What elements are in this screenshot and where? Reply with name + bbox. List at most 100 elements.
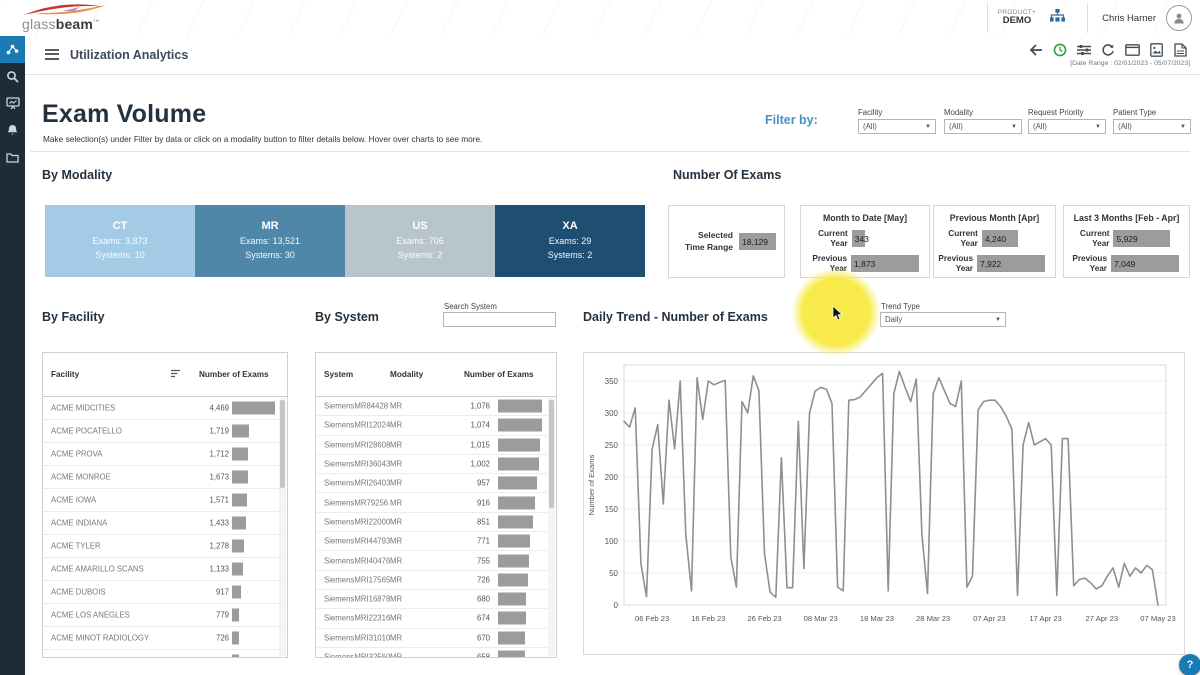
facility-scrollbar[interactable]	[279, 398, 286, 656]
trend-type-select[interactable]: Daily▼	[880, 312, 1006, 327]
header-divider	[1087, 3, 1088, 33]
modality-column-header[interactable]: Modality	[390, 370, 423, 379]
filter-modality: Modality (All)▼	[944, 108, 1022, 134]
network-icon	[6, 43, 19, 56]
value-bar[interactable]: 5,929	[1113, 230, 1170, 247]
sort-icon[interactable]	[171, 369, 181, 380]
x-tick-label: 26 Feb 23	[747, 614, 781, 623]
number-of-exams-column-header[interactable]: Number of Exams	[464, 370, 534, 379]
user-avatar[interactable]	[1166, 5, 1192, 31]
value-bar[interactable]: 343	[852, 230, 865, 247]
system-row[interactable]: SiemensMRI16878 MR 680	[316, 590, 556, 609]
system-row[interactable]: SiemensMR84428 MR 1,076	[316, 397, 556, 416]
facility-row[interactable]: ACME AMARILLO SCANS 1,133	[43, 558, 287, 581]
modality-button-us[interactable]: US Exams: 706 Systems: 2	[345, 205, 495, 277]
system-row[interactable]: SiemensMRI26403 MR 957	[316, 474, 556, 493]
filter-select[interactable]: (All)▼	[944, 119, 1022, 134]
value-bar[interactable]: 7,049	[1111, 255, 1179, 272]
number-of-exams-column-header[interactable]: Number of Exams	[199, 370, 269, 379]
sidebar-item-search[interactable]	[0, 63, 25, 90]
trend-type-label: Trend Type	[881, 302, 920, 311]
sidebar-item-dashboards[interactable]	[0, 90, 25, 117]
card-row: Previous Year 7,049	[1064, 254, 1189, 274]
system-row[interactable]: SiemensMRI17565 MR 726	[316, 571, 556, 590]
exam-count-bar	[498, 400, 542, 413]
daily-trend-chart[interactable]: 05010015020025030035006 Feb 2316 Feb 232…	[583, 352, 1185, 655]
product-value: DEMO	[998, 16, 1036, 26]
system-column-header[interactable]: System	[324, 370, 353, 379]
selected-time-range-label: Selected Time Range	[681, 230, 733, 252]
value-bar[interactable]: 7,922	[977, 255, 1045, 272]
card-title: Last 3 Months [Feb - Apr]	[1064, 213, 1189, 223]
page-title: Exam Volume	[42, 100, 206, 129]
system-row[interactable]: SiemensMRI28608 MR 1,015	[316, 436, 556, 455]
product-selector[interactable]: PRODUCT+ DEMO	[998, 9, 1036, 27]
modality-button-mr[interactable]: MR Exams: 13,521 Systems: 30	[195, 205, 345, 277]
facility-row[interactable]	[43, 650, 287, 658]
system-row[interactable]: SiemensMRI32560 MR 658	[316, 648, 556, 658]
facility-row[interactable]: ACME LOS ANEGLES 779	[43, 604, 287, 627]
by-facility-heading: By Facility	[42, 310, 105, 324]
modality-button-xa[interactable]: XA Exams: 29 Systems: 2	[495, 205, 645, 277]
system-row[interactable]: SiemensMRI22316 MR 674	[316, 609, 556, 628]
x-tick-label: 07 Apr 23	[973, 614, 1006, 623]
value-bar[interactable]: 4,240	[982, 230, 1018, 247]
exam-count-card: Last 3 Months [Feb - Apr] Current Year 5…	[1063, 205, 1190, 278]
system-row[interactable]: SiemensMRI40476 MR 755	[316, 551, 556, 570]
filter-select[interactable]: (All)▼	[858, 119, 936, 134]
system-row[interactable]: SiemensMRI22000 MR 851	[316, 513, 556, 532]
filter-label: Patient Type	[1113, 108, 1191, 117]
exam-count-bar	[232, 425, 249, 438]
back-button[interactable]	[1028, 42, 1044, 58]
filter-patient-type: Patient Type (All)▼	[1113, 108, 1191, 134]
filter-label: Modality	[944, 108, 1022, 117]
facility-row[interactable]: ACME DUBOIS 917	[43, 581, 287, 604]
facility-column-header[interactable]: Facility	[51, 370, 79, 379]
search-system-input[interactable]	[443, 312, 556, 327]
filter-select[interactable]: (All)▼	[1028, 119, 1106, 134]
selected-time-range-bar[interactable]: 18,129	[739, 233, 776, 250]
facility-row[interactable]: ACME MONROE 1,673	[43, 466, 287, 489]
filter-by-label: Filter by:	[765, 113, 818, 127]
facility-row[interactable]: ACME IOWA 1,571	[43, 489, 287, 512]
filter-select[interactable]: (All)▼	[1113, 119, 1191, 134]
export-pdf-button[interactable]	[1172, 42, 1188, 58]
user-name[interactable]: Chris Harner	[1102, 13, 1156, 24]
x-tick-label: 06 Feb 23	[635, 614, 669, 623]
utilization-analytics-dashboard: glassbeam™ PRODUCT+ DEMO Chris Harner	[0, 0, 1200, 675]
system-row[interactable]: SiemensMRI12024 MR 1,074	[316, 416, 556, 435]
value-bar[interactable]: 1,873	[851, 255, 919, 272]
x-tick-label: 27 Apr 23	[1086, 614, 1119, 623]
exam-count-bar	[232, 494, 247, 507]
modality-button-ct[interactable]: CT Exams: 3,873 Systems: 10	[45, 205, 195, 277]
sidebar-item-files[interactable]	[0, 144, 25, 171]
facility-row[interactable]: ACME POCATELLO 1,719	[43, 420, 287, 443]
hierarchy-icon[interactable]	[1050, 9, 1065, 27]
filter-settings-button[interactable]	[1076, 42, 1092, 58]
y-tick-label: 350	[605, 377, 619, 386]
facility-table: Facility Number of Exams ACME MIDCITIES …	[42, 352, 288, 658]
filter-request-priority: Request Priority (All)▼	[1028, 108, 1106, 134]
filter-label: Facility	[858, 108, 936, 117]
menu-icon[interactable]	[45, 49, 59, 60]
facility-row[interactable]: ACME PROVA 1,712	[43, 443, 287, 466]
system-row[interactable]: SiemensMRI44793 MR 771	[316, 532, 556, 551]
facility-row[interactable]: ACME MINOT RADIOLOGY 726	[43, 627, 287, 650]
time-history-button[interactable]	[1052, 42, 1068, 58]
help-button[interactable]: ?	[1179, 654, 1200, 675]
facility-row[interactable]: ACME INDIANA 1,433	[43, 512, 287, 535]
refresh-button[interactable]	[1100, 42, 1116, 58]
system-row[interactable]: SiemensMR79256 MR 916	[316, 493, 556, 512]
export-image-button[interactable]	[1148, 42, 1164, 58]
facility-row[interactable]: ACME TYLER 1,278	[43, 535, 287, 558]
by-modality-heading: By Modality	[42, 168, 112, 182]
system-row[interactable]: SiemensMRI36043 MR 1,002	[316, 455, 556, 474]
exam-count-bar	[498, 573, 528, 586]
present-window-button[interactable]	[1124, 42, 1140, 58]
sidebar-item-alerts[interactable]	[0, 117, 25, 144]
sidebar-item-analytics[interactable]	[0, 36, 25, 63]
glassbeam-logo[interactable]: glassbeam™	[22, 2, 112, 34]
system-row[interactable]: SiemensMRI31010 MR 670	[316, 629, 556, 648]
system-scrollbar[interactable]	[548, 398, 555, 656]
facility-row[interactable]: ACME MIDCITIES 4,469	[43, 397, 287, 420]
